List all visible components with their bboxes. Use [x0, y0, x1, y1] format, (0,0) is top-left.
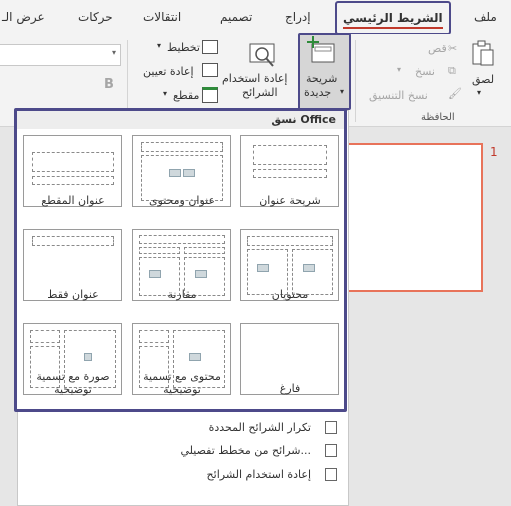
layout-label: عنوان فقط [47, 288, 99, 301]
tab-slideshow[interactable]: عرض الـ [2, 0, 45, 34]
ribbon-tab-bar: ملف الشريط الرئيسي إدراج تصميم انتقالات … [0, 0, 511, 35]
section-icon [202, 87, 218, 103]
outline-document-icon [325, 444, 337, 457]
reuse-slides-icon [249, 43, 275, 67]
reset-icon [202, 63, 218, 77]
copy-icon: ⧉ [448, 64, 456, 77]
bold-button[interactable]: B [104, 77, 114, 92]
section-chevron-icon: ▾ [163, 89, 168, 98]
reuse-slides-menu-icon [325, 468, 337, 481]
paste-icon [472, 40, 494, 66]
slide-number: 1 [490, 145, 498, 159]
paste-chevron-icon[interactable]: ▾ [477, 88, 481, 97]
gallery-header: نسق Office [17, 111, 344, 129]
tab-file[interactable]: ملف [474, 0, 497, 34]
tab-transitions[interactable]: انتقالات [143, 0, 181, 34]
slide-thumbnail[interactable] [336, 143, 483, 292]
font-name-box[interactable] [0, 44, 121, 66]
clipboard-group-label: الحافظة [421, 112, 455, 123]
layout-label: محتوى مع تسمية توضيحية [143, 370, 221, 396]
layout-button[interactable]: تخطيط [167, 41, 200, 54]
paste-button[interactable]: لصق [472, 73, 494, 86]
section-button[interactable]: مقطع [173, 89, 199, 102]
layout-label: مقارنة [167, 288, 197, 301]
new-slide-label-1: شريحة [306, 72, 338, 85]
layout-label: عنوان ومحتوى [148, 194, 216, 207]
slides-from-outline-item[interactable]: شرائح من مخطط تفصيلي... [18, 440, 343, 462]
copy-button[interactable]: نسخ [415, 65, 435, 78]
reuse-slides-label-2: الشرائح [242, 86, 278, 99]
gallery-title: نسق Office [271, 113, 336, 126]
reuse-slides-item[interactable]: إعادة استخدام الشرائح [18, 464, 343, 486]
layout-chevron-icon: ▾ [157, 41, 162, 50]
layout-icon [202, 40, 218, 54]
group-divider [127, 40, 128, 110]
copy-dropdown-icon[interactable]: ▾ [397, 65, 401, 74]
reset-button[interactable]: إعادة تعيين [143, 65, 194, 78]
cut-button[interactable]: قص [428, 42, 447, 55]
duplicate-slides-item[interactable]: تكرار الشرائح المحددة [18, 417, 343, 439]
tab-design[interactable]: تصميم [220, 0, 252, 34]
layout-label: صورة مع تسمية توضيحية [36, 370, 110, 396]
group-divider [355, 40, 356, 122]
tab-insert[interactable]: إدراج [285, 0, 311, 34]
format-painter-button[interactable]: نسخ التنسيق [369, 89, 428, 102]
tab-animations[interactable]: حركات [78, 0, 113, 34]
layout-label: فارغ [279, 382, 301, 395]
new-slide-label-2: جديدة [304, 86, 332, 99]
font-dropdown-icon[interactable]: ▾ [112, 48, 116, 57]
layout-label: محتويان [271, 288, 309, 301]
format-painter-icon: 🖌 [448, 87, 462, 100]
duplicate-slides-icon [325, 421, 337, 434]
new-slide-chevron-icon: ▾ [340, 87, 345, 96]
reuse-slides-button[interactable]: إعادة استخدام [222, 72, 287, 85]
cut-icon: ✂ [448, 42, 458, 55]
tab-home[interactable]: الشريط الرئيسي [335, 1, 451, 35]
layout-gallery: نسق Office شريحة عنوان عنوان ومحتوى عنوا… [14, 108, 347, 412]
layout-label: شريحة عنوان [259, 194, 321, 207]
layout-label: عنوان المقطع [41, 194, 105, 207]
new-slide-icon [307, 36, 335, 63]
